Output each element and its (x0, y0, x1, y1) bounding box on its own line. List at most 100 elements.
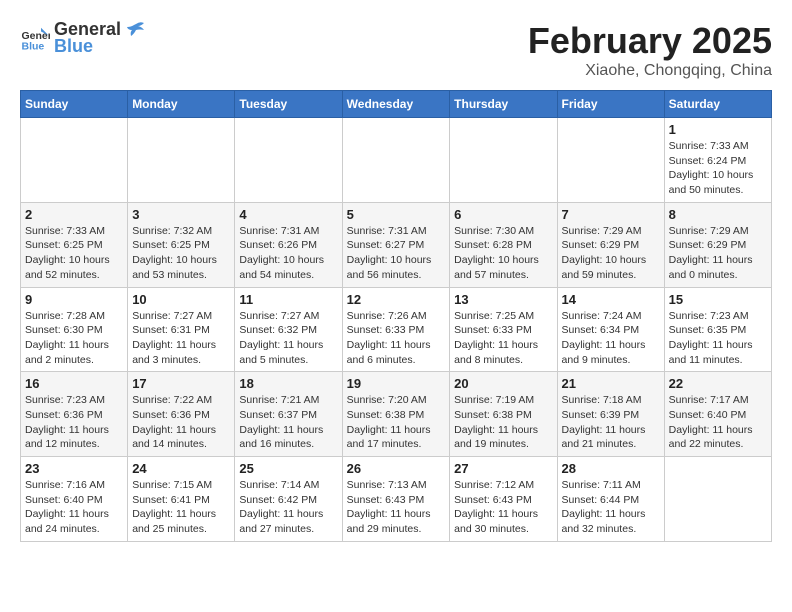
day-number: 10 (132, 292, 230, 307)
calendar-title: February 2025 (528, 20, 772, 62)
day-number: 6 (454, 207, 552, 222)
calendar-cell: 6 Sunrise: 7:30 AM Sunset: 6:28 PM Daylig… (450, 202, 557, 287)
calendar-cell: 11Sunrise: 7:27 AM Sunset: 6:32 PM Dayli… (235, 287, 342, 372)
page-header: General Blue General Blue February 2025 … (20, 20, 772, 80)
title-block: February 2025 Xiaohe, Chongqing, China (528, 20, 772, 80)
day-number: 26 (347, 461, 446, 476)
day-number: 18 (239, 376, 337, 391)
calendar-cell: 27 Sunrise: 7:12 AM Sunset: 6:43 PM Dayli… (450, 457, 557, 542)
day-number: 1 (669, 122, 767, 137)
calendar-cell: 25Sunrise: 7:14 AM Sunset: 6:42 PM Dayli… (235, 457, 342, 542)
day-info: Sunrise: 7:16 AM Sunset: 6:40 PM Dayligh… (25, 478, 123, 537)
day-info: Sunrise: 7:26 AM Sunset: 6:33 PM Dayligh… (347, 309, 446, 368)
weekday-header-saturday: Saturday (664, 91, 771, 118)
day-info: Sunrise: 7:33 AM Sunset: 6:24 PM Dayligh… (669, 139, 767, 198)
day-number: 24 (132, 461, 230, 476)
logo-bird-icon (126, 20, 146, 40)
day-info: Sunrise: 7:18 AM Sunset: 6:39 PM Dayligh… (562, 393, 660, 452)
calendar-cell: 9 Sunrise: 7:28 AM Sunset: 6:30 PM Daylig… (21, 287, 128, 372)
calendar-week-row: 2Sunrise: 7:33 AM Sunset: 6:25 PM Daylig… (21, 202, 772, 287)
day-info: Sunrise: 7:24 AM Sunset: 6:34 PM Dayligh… (562, 309, 660, 368)
day-info: Sunrise: 7:31 AM Sunset: 6:26 PM Dayligh… (239, 224, 337, 283)
weekday-header-monday: Monday (128, 91, 235, 118)
day-info: Sunrise: 7:21 AM Sunset: 6:37 PM Dayligh… (239, 393, 337, 452)
day-number: 23 (25, 461, 123, 476)
day-number: 4 (239, 207, 337, 222)
day-info: Sunrise: 7:12 AM Sunset: 6:43 PM Dayligh… (454, 478, 552, 537)
day-number: 27 (454, 461, 552, 476)
day-number: 9 (25, 292, 123, 307)
day-number: 17 (132, 376, 230, 391)
svg-text:Blue: Blue (22, 40, 45, 52)
calendar-cell: 20 Sunrise: 7:19 AM Sunset: 6:38 PM Dayli… (450, 372, 557, 457)
day-info: Sunrise: 7:19 AM Sunset: 6:38 PM Dayligh… (454, 393, 552, 452)
calendar-cell: 21 Sunrise: 7:18 AM Sunset: 6:39 PM Dayli… (557, 372, 664, 457)
day-number: 12 (347, 292, 446, 307)
calendar-cell: 5 Sunrise: 7:31 AM Sunset: 6:27 PM Daylig… (342, 202, 450, 287)
calendar-week-row: 23 Sunrise: 7:16 AM Sunset: 6:40 PM Dayli… (21, 457, 772, 542)
day-info: Sunrise: 7:29 AM Sunset: 6:29 PM Dayligh… (562, 224, 660, 283)
calendar-cell: 19 Sunrise: 7:20 AM Sunset: 6:38 PM Dayli… (342, 372, 450, 457)
weekday-header-tuesday: Tuesday (235, 91, 342, 118)
day-info: Sunrise: 7:32 AM Sunset: 6:25 PM Dayligh… (132, 224, 230, 283)
day-info: Sunrise: 7:13 AM Sunset: 6:43 PM Dayligh… (347, 478, 446, 537)
day-info: Sunrise: 7:27 AM Sunset: 6:32 PM Dayligh… (239, 309, 337, 368)
logo-icon: General Blue (20, 24, 50, 54)
day-number: 22 (669, 376, 767, 391)
day-number: 5 (347, 207, 446, 222)
day-number: 20 (454, 376, 552, 391)
day-number: 7 (562, 207, 660, 222)
day-number: 25 (239, 461, 337, 476)
calendar-cell (128, 118, 235, 203)
weekday-header-row: SundayMondayTuesdayWednesdayThursdayFrid… (21, 91, 772, 118)
calendar-cell: 10 Sunrise: 7:27 AM Sunset: 6:31 PM Dayli… (128, 287, 235, 372)
calendar-cell: 26 Sunrise: 7:13 AM Sunset: 6:43 PM Dayli… (342, 457, 450, 542)
calendar-cell (664, 457, 771, 542)
calendar-cell: 14Sunrise: 7:24 AM Sunset: 6:34 PM Dayli… (557, 287, 664, 372)
day-info: Sunrise: 7:27 AM Sunset: 6:31 PM Dayligh… (132, 309, 230, 368)
day-info: Sunrise: 7:28 AM Sunset: 6:30 PM Dayligh… (25, 309, 123, 368)
day-info: Sunrise: 7:17 AM Sunset: 6:40 PM Dayligh… (669, 393, 767, 452)
calendar-cell: 2Sunrise: 7:33 AM Sunset: 6:25 PM Daylig… (21, 202, 128, 287)
day-number: 8 (669, 207, 767, 222)
calendar-cell: 23 Sunrise: 7:16 AM Sunset: 6:40 PM Dayli… (21, 457, 128, 542)
calendar-cell: 18 Sunrise: 7:21 AM Sunset: 6:37 PM Dayli… (235, 372, 342, 457)
calendar-table: SundayMondayTuesdayWednesdayThursdayFrid… (20, 90, 772, 542)
calendar-cell (21, 118, 128, 203)
calendar-cell: 24Sunrise: 7:15 AM Sunset: 6:41 PM Dayli… (128, 457, 235, 542)
calendar-cell: 1 Sunrise: 7:33 AM Sunset: 6:24 PM Daylig… (664, 118, 771, 203)
day-number: 21 (562, 376, 660, 391)
calendar-cell: 16 Sunrise: 7:23 AM Sunset: 6:36 PM Dayli… (21, 372, 128, 457)
day-info: Sunrise: 7:25 AM Sunset: 6:33 PM Dayligh… (454, 309, 552, 368)
day-number: 19 (347, 376, 446, 391)
calendar-cell: 22 Sunrise: 7:17 AM Sunset: 6:40 PM Dayli… (664, 372, 771, 457)
day-info: Sunrise: 7:20 AM Sunset: 6:38 PM Dayligh… (347, 393, 446, 452)
calendar-cell: 12 Sunrise: 7:26 AM Sunset: 6:33 PM Dayli… (342, 287, 450, 372)
day-info: Sunrise: 7:22 AM Sunset: 6:36 PM Dayligh… (132, 393, 230, 452)
calendar-cell: 13 Sunrise: 7:25 AM Sunset: 6:33 PM Dayli… (450, 287, 557, 372)
calendar-week-row: 9 Sunrise: 7:28 AM Sunset: 6:30 PM Daylig… (21, 287, 772, 372)
calendar-subtitle: Xiaohe, Chongqing, China (528, 62, 772, 80)
calendar-cell: 4 Sunrise: 7:31 AM Sunset: 6:26 PM Daylig… (235, 202, 342, 287)
weekday-header-friday: Friday (557, 91, 664, 118)
day-info: Sunrise: 7:11 AM Sunset: 6:44 PM Dayligh… (562, 478, 660, 537)
calendar-cell (450, 118, 557, 203)
weekday-header-thursday: Thursday (450, 91, 557, 118)
weekday-header-sunday: Sunday (21, 91, 128, 118)
day-info: Sunrise: 7:30 AM Sunset: 6:28 PM Dayligh… (454, 224, 552, 283)
day-info: Sunrise: 7:23 AM Sunset: 6:35 PM Dayligh… (669, 309, 767, 368)
day-number: 13 (454, 292, 552, 307)
calendar-cell: 3Sunrise: 7:32 AM Sunset: 6:25 PM Daylig… (128, 202, 235, 287)
calendar-cell (235, 118, 342, 203)
day-number: 15 (669, 292, 767, 307)
day-info: Sunrise: 7:23 AM Sunset: 6:36 PM Dayligh… (25, 393, 123, 452)
day-number: 28 (562, 461, 660, 476)
day-number: 16 (25, 376, 123, 391)
calendar-week-row: 1 Sunrise: 7:33 AM Sunset: 6:24 PM Daylig… (21, 118, 772, 203)
day-info: Sunrise: 7:33 AM Sunset: 6:25 PM Dayligh… (25, 224, 123, 283)
calendar-cell: 15 Sunrise: 7:23 AM Sunset: 6:35 PM Dayli… (664, 287, 771, 372)
day-info: Sunrise: 7:31 AM Sunset: 6:27 PM Dayligh… (347, 224, 446, 283)
calendar-cell: 17 Sunrise: 7:22 AM Sunset: 6:36 PM Dayli… (128, 372, 235, 457)
calendar-cell: 8Sunrise: 7:29 AM Sunset: 6:29 PM Daylig… (664, 202, 771, 287)
calendar-cell: 7 Sunrise: 7:29 AM Sunset: 6:29 PM Daylig… (557, 202, 664, 287)
